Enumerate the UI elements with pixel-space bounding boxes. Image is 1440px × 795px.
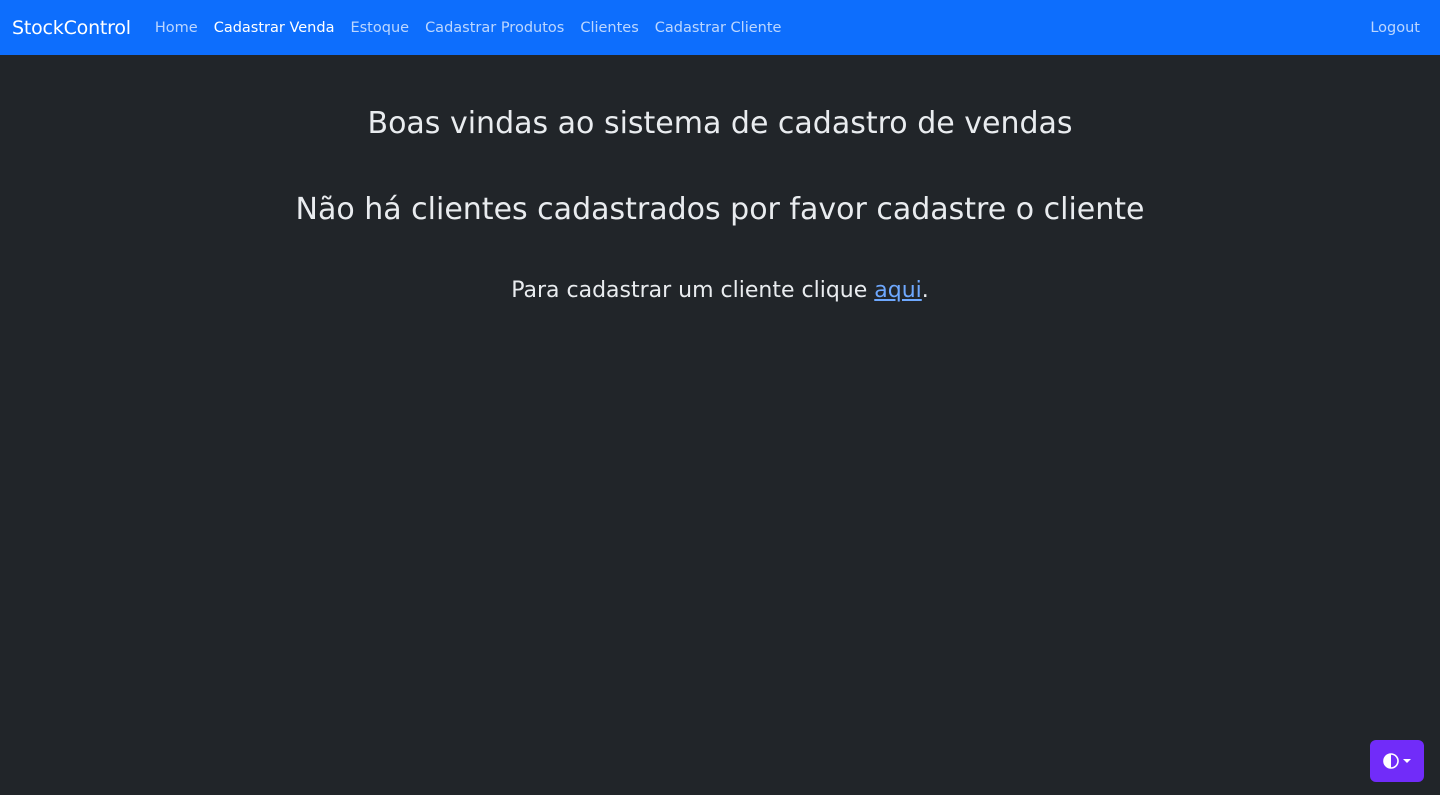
nav-link-cadastrar-cliente[interactable]: Cadastrar Cliente	[647, 20, 790, 36]
no-clients-heading: Não há clientes cadastrados por favor ca…	[295, 192, 1145, 227]
welcome-heading: Boas vindas ao sistema de cadastro de ve…	[367, 106, 1073, 141]
register-prompt-period: .	[921, 278, 929, 303]
logout-link[interactable]: Logout	[1370, 20, 1428, 36]
brand-logo[interactable]: StockControl	[12, 17, 131, 39]
nav-link-home[interactable]: Home	[147, 20, 206, 36]
chevron-down-icon	[1403, 759, 1411, 763]
nav-link-cadastrar-produtos[interactable]: Cadastrar Produtos	[417, 20, 572, 36]
nav-link-clientes[interactable]: Clientes	[572, 20, 646, 36]
nav-link-cadastrar-venda[interactable]: Cadastrar Venda	[206, 20, 343, 36]
register-client-prompt: Para cadastrar um cliente clique aqui.	[0, 276, 1440, 306]
theme-toggle-button[interactable]	[1370, 740, 1424, 782]
nav-link-estoque[interactable]: Estoque	[342, 20, 417, 36]
register-prompt-text: Para cadastrar um cliente clique	[511, 278, 875, 303]
top-navbar: StockControl Home Cadastrar Venda Estoqu…	[0, 0, 1440, 55]
nav-links: Home Cadastrar Venda Estoque Cadastrar P…	[147, 20, 790, 36]
circle-half-icon	[1383, 753, 1399, 769]
register-client-link[interactable]: aqui	[874, 278, 922, 303]
